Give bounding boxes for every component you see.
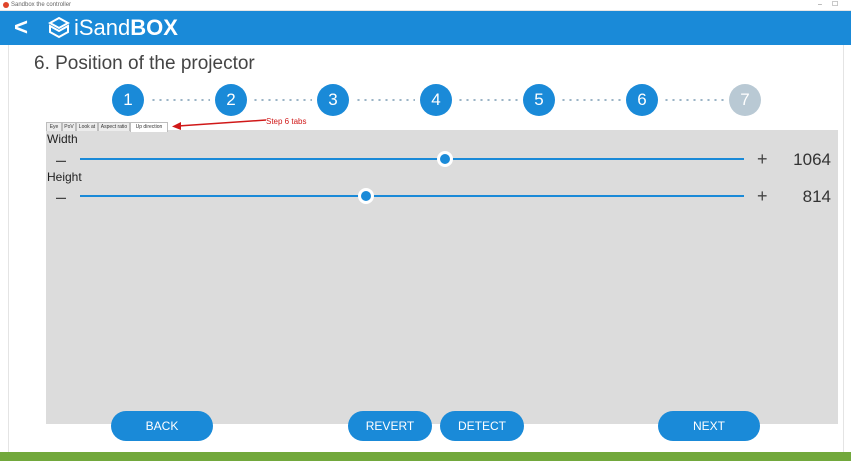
tab-aspect-ratio[interactable]: Aspect ratio	[98, 122, 130, 131]
maximize-button[interactable]: ☐	[832, 0, 838, 10]
back-arrow-icon[interactable]: <	[14, 14, 28, 42]
width-label: Width	[47, 132, 78, 146]
logo-text-light: iSand	[74, 15, 131, 40]
minimize-button[interactable]: –	[818, 0, 822, 10]
detect-button[interactable]: DETECT	[440, 411, 524, 441]
step-connector	[457, 99, 519, 101]
step-1[interactable]: 1	[112, 84, 144, 116]
sandbox-logo-icon	[48, 17, 70, 39]
width-slider-track[interactable]	[80, 158, 744, 160]
tab-eye[interactable]: Eye	[46, 122, 62, 131]
footer-bar	[0, 452, 851, 461]
step-connector	[355, 99, 415, 101]
tab-look-at[interactable]: Look at	[76, 122, 98, 131]
width-value: 1064	[793, 150, 831, 169]
app-logo: iSandBOX	[74, 15, 178, 41]
tab-up-direction[interactable]: Up direction	[130, 122, 168, 132]
step-connector	[663, 99, 725, 101]
app-header: < iSandBOX	[0, 11, 851, 45]
page-title: 6. Position of the projector	[34, 53, 255, 74]
width-decrease-button[interactable]: –	[56, 151, 66, 169]
height-value: 814	[802, 187, 831, 206]
window-titlebar: Sandbox the controller – ☐	[0, 0, 851, 11]
height-decrease-button[interactable]: –	[56, 188, 66, 206]
step-5[interactable]: 5	[523, 84, 555, 116]
height-slider-thumb[interactable]	[357, 188, 374, 204]
height-label: Height	[47, 170, 82, 184]
step-connector	[560, 99, 622, 101]
app-icon	[3, 2, 9, 8]
annotation-arrow-icon	[172, 119, 267, 130]
step-connector	[150, 99, 210, 101]
step-connector	[252, 99, 312, 101]
annotation-label: Step 6 tabs	[266, 117, 307, 126]
logo-text-bold: BOX	[130, 15, 178, 40]
window-title: Sandbox the controller	[11, 2, 72, 8]
width-increase-button[interactable]: +	[757, 150, 768, 168]
tab-pov[interactable]: PoV	[62, 122, 76, 131]
height-slider-track[interactable]	[80, 195, 744, 197]
next-button[interactable]: NEXT	[658, 411, 760, 441]
progress-stepper: 1 2 3 4 5 6 7	[0, 84, 851, 120]
height-increase-button[interactable]: +	[757, 187, 768, 205]
step-6[interactable]: 6	[626, 84, 658, 116]
step-2[interactable]: 2	[215, 84, 247, 116]
settings-panel	[46, 130, 838, 424]
step-7[interactable]: 7	[729, 84, 761, 116]
revert-button[interactable]: REVERT	[348, 411, 432, 441]
back-button[interactable]: BACK	[111, 411, 213, 441]
step-3[interactable]: 3	[317, 84, 349, 116]
step-4[interactable]: 4	[420, 84, 452, 116]
